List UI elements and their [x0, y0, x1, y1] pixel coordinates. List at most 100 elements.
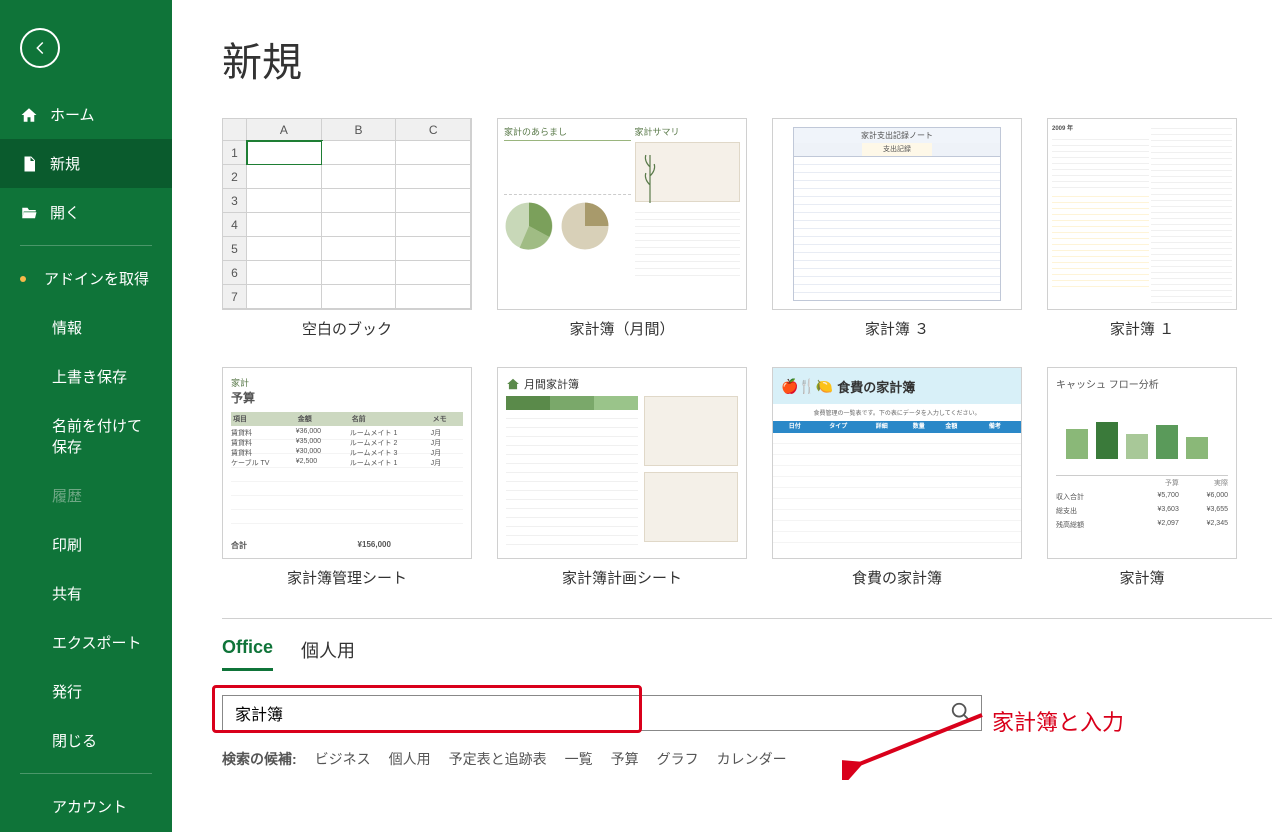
thumb-total: ¥156,000: [358, 540, 463, 551]
row-val: ¥3,655: [1179, 506, 1228, 516]
template-budget-plan-sheet[interactable]: 月間家計簿 家計簿計画シート: [497, 367, 747, 588]
template-row-1: ABC 1 2 3 4 5 6 7 空白のブック 家計のあらまし: [222, 118, 1273, 339]
thumb-title: キャッシュ フロー分析: [1056, 376, 1228, 391]
divider: [20, 245, 152, 246]
template-thumb: キャッシュ フロー分析 予算実際 収入合計¥5,700¥6,000 総支出¥3,…: [1047, 367, 1237, 559]
thumb-title: 食費の家計簿: [837, 377, 915, 396]
template-label: 家計簿（月間）: [497, 318, 747, 339]
row-val: ¥3,603: [1130, 506, 1179, 516]
nav-label: ホーム: [50, 104, 95, 125]
row-val: ¥6,000: [1179, 492, 1228, 502]
template-budget-3[interactable]: 家計支出記録ノート 支出記録 家計簿 ３: [772, 118, 1022, 339]
template-thumb: 月間家計簿: [497, 367, 747, 559]
nav-label: 閉じる: [52, 730, 97, 751]
row-val: ¥2,345: [1179, 520, 1228, 530]
annotation-text: 家計簿と入力: [992, 705, 1124, 737]
pie-chart-icon: [560, 201, 610, 251]
col-header: C: [396, 119, 471, 141]
row-label: 総支出: [1056, 506, 1130, 516]
nav-label: エクスポート: [52, 632, 142, 653]
template-row-2: 家計 予算 項目金額名前メモ 賃貸料¥36,000ルームメイト 1J月 賃貸料¥…: [222, 339, 1273, 588]
nav-close[interactable]: 閉じる: [0, 716, 172, 765]
template-monthly-budget[interactable]: 家計のあらまし 家計サマリ 家計簿（月間）: [497, 118, 747, 339]
thumb-title: 家計のあらまし: [504, 125, 631, 141]
suggested-item[interactable]: 個人用: [389, 749, 431, 769]
suggested-item[interactable]: 予定表と追跡表: [449, 749, 547, 769]
nav-export[interactable]: エクスポート: [0, 618, 172, 667]
nav-share[interactable]: 共有: [0, 569, 172, 618]
col-header: B: [322, 119, 397, 141]
row-header: 7: [223, 285, 247, 309]
nav-label: 名前を付けて保存: [52, 415, 152, 457]
new-badge-icon: [20, 276, 26, 282]
nav-account[interactable]: アカウント: [0, 782, 172, 831]
document-icon: [20, 155, 38, 173]
nav-print[interactable]: 印刷: [0, 520, 172, 569]
backstage-sidebar: ホーム 新規 開く アドインを取得 情報 上書き保存 名前を付けて保存 履歴 印…: [0, 0, 172, 832]
section-divider: [222, 618, 1272, 619]
row-label: 収入合計: [1056, 492, 1130, 502]
annotation-arrow-icon: [842, 710, 992, 780]
suggested-label: 検索の候補:: [222, 749, 297, 769]
nav-label: 開く: [50, 202, 80, 223]
thumb-title: 家計支出記録ノート: [794, 128, 1000, 143]
suggested-item[interactable]: カレンダー: [717, 749, 787, 769]
nav-info[interactable]: 情報: [0, 303, 172, 352]
row-header: 6: [223, 261, 247, 285]
arrow-left-icon: [31, 39, 49, 57]
template-label: 家計簿計画シート: [497, 567, 747, 588]
suggested-item[interactable]: グラフ: [657, 749, 699, 769]
nav-publish[interactable]: 発行: [0, 667, 172, 716]
template-thumb: ABC 1 2 3 4 5 6 7: [222, 118, 472, 310]
page-title: 新規: [222, 30, 1273, 88]
thumb-year: 2009 年: [1052, 126, 1073, 132]
row-header: 3: [223, 189, 247, 213]
main-content: 新規 ABC 1 2 3 4 5 6 7 空白のブック: [172, 0, 1273, 832]
tab-personal[interactable]: 個人用: [301, 637, 355, 671]
row-header: 1: [223, 141, 247, 165]
nav-home[interactable]: ホーム: [0, 90, 172, 139]
row-label: 残高総額: [1056, 520, 1130, 530]
nav-new[interactable]: 新規: [0, 139, 172, 188]
nav-label: 履歴: [52, 485, 82, 506]
template-label: 家計簿: [1047, 567, 1237, 588]
nav-label: 発行: [52, 681, 82, 702]
template-household-budget[interactable]: キャッシュ フロー分析 予算実際 収入合計¥5,700¥6,000 総支出¥3,…: [1047, 367, 1237, 588]
template-food-budget[interactable]: 🍎🍴🍋 食費の家計簿 食費管理の一覧表です。下の表にデータを入力してください。 …: [772, 367, 1022, 588]
tab-office[interactable]: Office: [222, 637, 273, 671]
template-label: 家計簿管理シート: [222, 567, 472, 588]
search-tabs: Office 個人用: [222, 637, 1273, 671]
suggested-item[interactable]: 一覧: [565, 749, 593, 769]
thumb-title: 家計サマリ: [635, 125, 740, 138]
plant-icon: [640, 143, 660, 203]
nav-history: 履歴: [0, 471, 172, 520]
col-header: A: [247, 119, 322, 141]
folder-open-icon: [20, 204, 38, 222]
template-blank-workbook[interactable]: ABC 1 2 3 4 5 6 7 空白のブック: [222, 118, 472, 339]
suggested-item[interactable]: 予算: [611, 749, 639, 769]
suggested-searches: 検索の候補: ビジネス 個人用 予定表と追跡表 一覧 予算 グラフ カレンダー: [222, 749, 1273, 769]
row-header: 4: [223, 213, 247, 237]
nav-label: 上書き保存: [52, 366, 127, 387]
nav-get-addins[interactable]: アドインを取得: [0, 254, 172, 303]
thumb-title: 予算: [231, 389, 463, 406]
home-icon: [20, 106, 38, 124]
nav-save[interactable]: 上書き保存: [0, 352, 172, 401]
nav-save-as[interactable]: 名前を付けて保存: [0, 401, 172, 471]
bar-chart-icon: [1056, 399, 1228, 469]
template-thumb: 家計のあらまし 家計サマリ: [497, 118, 747, 310]
nav-label: 情報: [52, 317, 82, 338]
nav-label: 新規: [50, 153, 80, 174]
row-val: ¥5,700: [1130, 492, 1179, 502]
template-budget-1[interactable]: 2009 年 家計簿 １: [1047, 118, 1237, 339]
thumb-title: 月間家計簿: [524, 376, 579, 392]
nav-label: 共有: [52, 583, 82, 604]
nav-open[interactable]: 開く: [0, 188, 172, 237]
house-icon: [506, 377, 520, 391]
back-button[interactable]: [20, 28, 60, 68]
template-thumb: 家計 予算 項目金額名前メモ 賃貸料¥36,000ルームメイト 1J月 賃貸料¥…: [222, 367, 472, 559]
suggested-item[interactable]: ビジネス: [315, 749, 371, 769]
template-label: 空白のブック: [222, 318, 472, 339]
pie-chart-icon: [504, 201, 554, 251]
template-budget-manage-sheet[interactable]: 家計 予算 項目金額名前メモ 賃貸料¥36,000ルームメイト 1J月 賃貸料¥…: [222, 367, 472, 588]
